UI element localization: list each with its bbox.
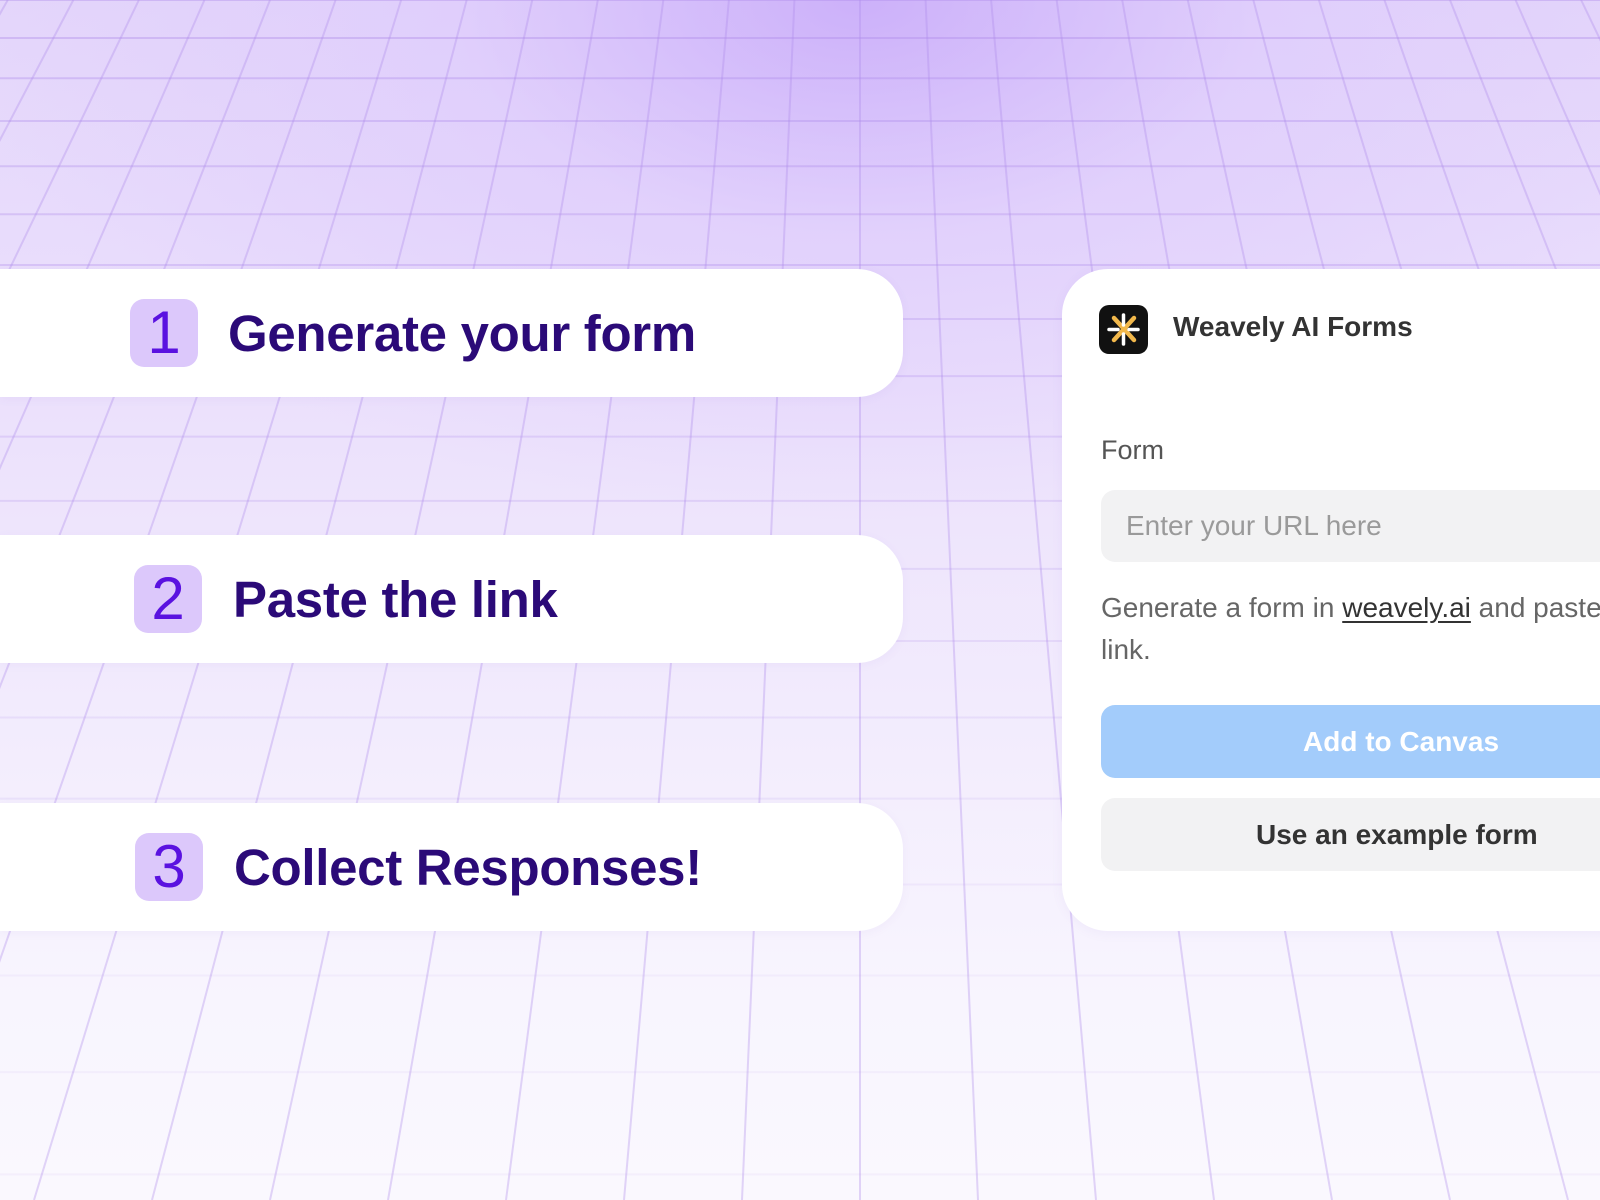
form-field-label: Form — [1101, 435, 1164, 465]
weavely-link[interactable]: weavely.ai — [1342, 592, 1471, 623]
step-card-1: 1 Generate your form — [0, 269, 903, 397]
step-card-3: 3 Collect Responses! — [0, 803, 903, 931]
use-example-form-label: Use an example form — [1256, 818, 1538, 850]
app-title: Weavely AI Forms — [1173, 311, 1413, 342]
step-label: Collect Responses! — [234, 839, 702, 896]
grid-line — [924, 0, 979, 1200]
weavely-logo-icon — [1099, 305, 1148, 354]
use-example-form-button[interactable]: Use an example form — [1101, 798, 1600, 871]
step-label: Paste the link — [233, 571, 558, 628]
weavely-plugin-panel: Weavely AI Forms Form Generate a form in… — [1062, 269, 1600, 931]
step-label: Generate your form — [228, 305, 696, 362]
help-text-prefix: Generate a form in — [1101, 592, 1343, 623]
help-text: Generate a form in weavely.ai and paste … — [1101, 587, 1600, 671]
step-number-badge: 2 — [134, 565, 202, 633]
add-to-canvas-label: Add to Canvas — [1303, 725, 1500, 757]
step-number-badge: 3 — [135, 833, 203, 901]
step-card-2: 2 Paste the link — [0, 535, 903, 663]
step-number-badge: 1 — [130, 299, 198, 367]
url-input[interactable] — [1101, 490, 1600, 562]
add-to-canvas-button[interactable]: Add to Canvas — [1101, 705, 1600, 778]
